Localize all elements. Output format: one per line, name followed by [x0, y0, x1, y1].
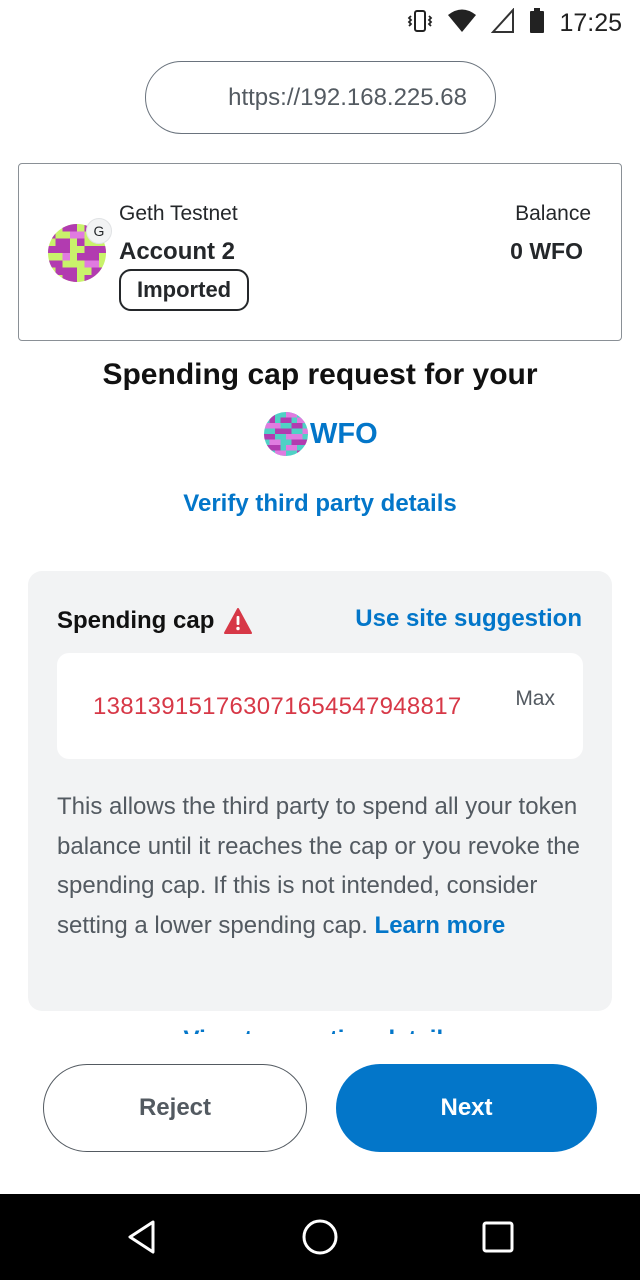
spending-cap-value[interactable]: 13813915176307165454794881​7: [93, 693, 462, 721]
account-card: G Geth Testnet Account 2 Imported Balanc…: [18, 163, 622, 341]
spending-cap-input[interactable]: 13813915176307165454794881​7 Max: [57, 653, 583, 759]
clock: 17:25: [559, 9, 622, 37]
account-name: Account 2: [119, 238, 236, 265]
balance-value: 0 WFO: [510, 238, 583, 264]
view-transaction-details-link[interactable]: View transaction details: [0, 1026, 640, 1034]
spending-cap-header: Spending cap: [57, 607, 253, 635]
use-site-suggestion-button[interactable]: Use site suggestion: [355, 605, 582, 633]
balance-label: Balance: [515, 202, 591, 225]
network-name: Geth Testnet: [119, 202, 238, 225]
imported-tag: Imported: [119, 269, 250, 311]
recents-icon[interactable]: [473, 1212, 523, 1262]
home-icon[interactable]: [295, 1212, 345, 1262]
verify-third-party-link[interactable]: Verify third party details: [0, 490, 640, 518]
reject-button[interactable]: Reject: [43, 1064, 307, 1152]
spending-cap-panel: Spending cap Use site suggestion 1381391…: [28, 571, 612, 1011]
warning-icon[interactable]: [224, 608, 253, 634]
max-button[interactable]: Max: [515, 687, 555, 711]
next-button[interactable]: Next: [336, 1064, 597, 1152]
vibrate-icon: [407, 8, 433, 39]
status-bar: 17:25: [0, 0, 640, 44]
site-url-pill: https://192.168.225.68: [145, 61, 496, 134]
learn-more-link[interactable]: Learn more: [375, 912, 506, 939]
token-name: WFO: [310, 417, 378, 450]
account-avatar-wrapper: G: [48, 218, 112, 282]
wifi-icon: [447, 8, 477, 39]
page-title: Spending cap request for your: [102, 358, 538, 391]
back-icon[interactable]: [117, 1212, 167, 1262]
battery-icon: [529, 8, 545, 39]
cellular-signal-icon: [491, 7, 515, 39]
site-url: https://192.168.225.68: [228, 83, 467, 111]
view-details-clip: View transaction details: [0, 1024, 640, 1034]
spending-cap-description: This allows the third party to spend all…: [57, 787, 587, 945]
token-row: WFO: [264, 412, 378, 456]
network-badge: G: [86, 218, 112, 244]
android-nav-bar: [0, 1194, 640, 1280]
spending-cap-label: Spending cap: [57, 607, 215, 634]
token-icon: [264, 412, 308, 456]
